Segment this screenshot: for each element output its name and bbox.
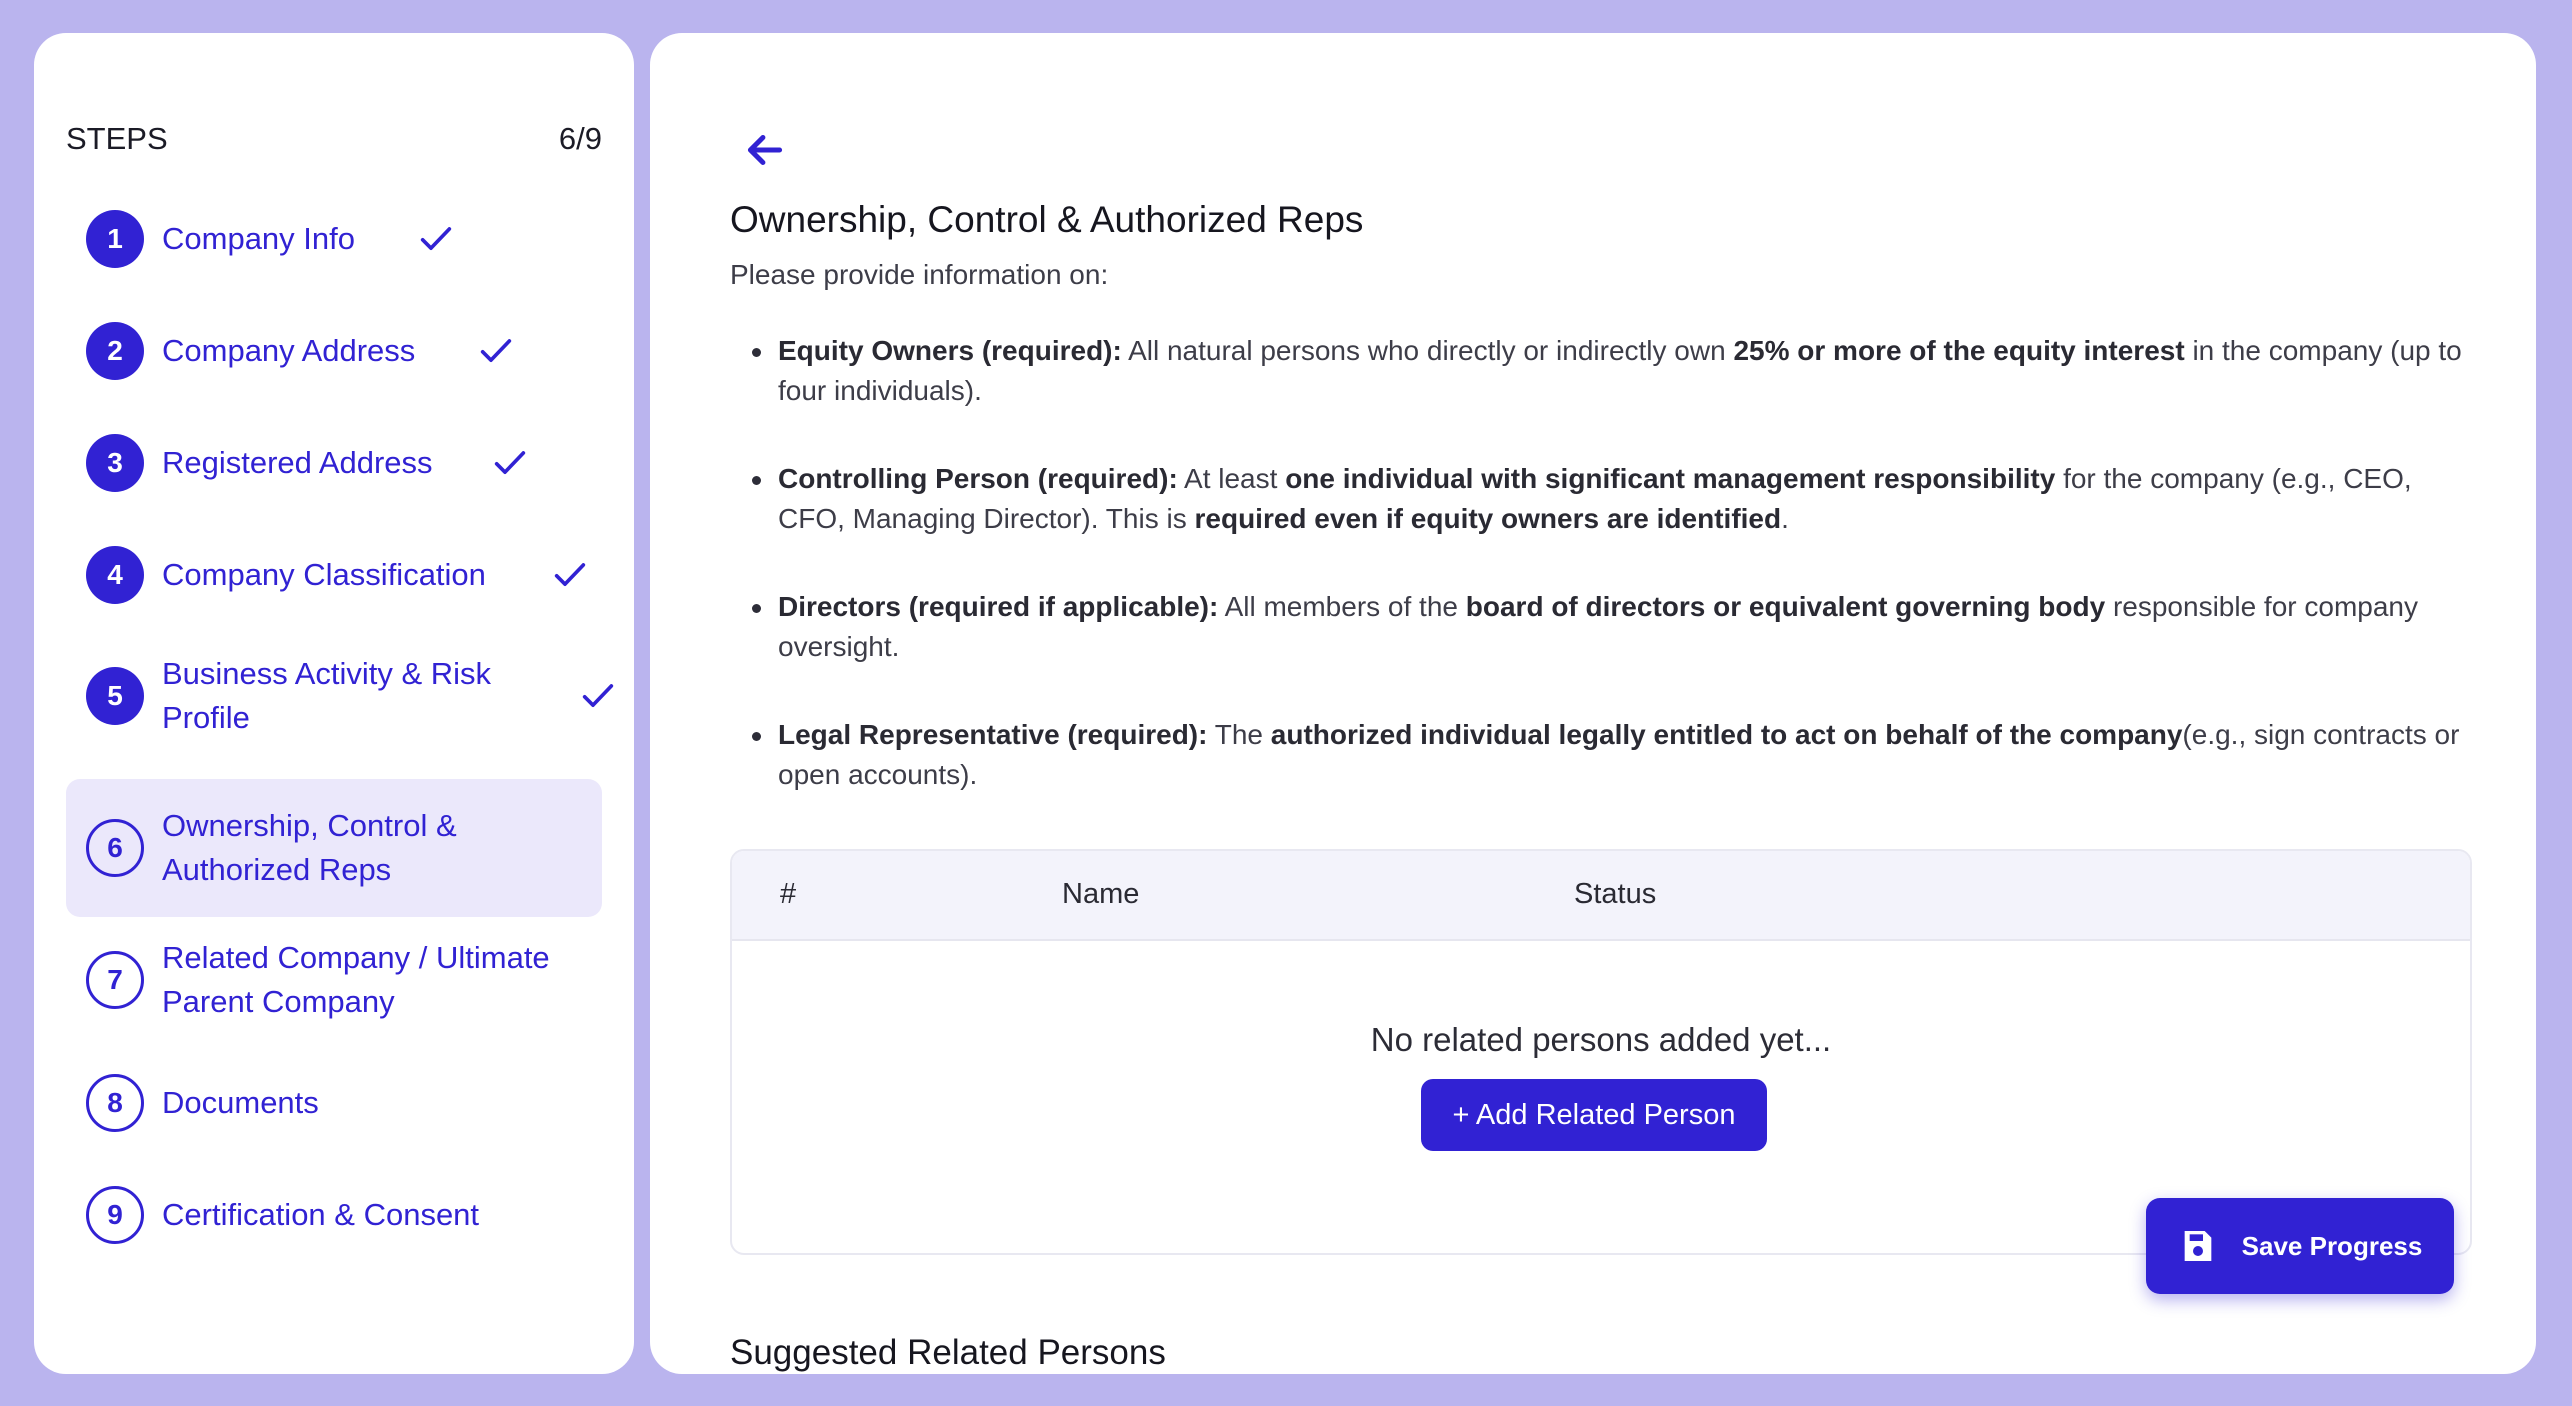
requirement-text: .: [1781, 503, 1789, 534]
requirement-emphasis: Legal Representative (required):: [778, 719, 1208, 750]
sidebar-step-9[interactable]: 9 Certification & Consent: [66, 1181, 602, 1249]
step-label-line: Authorized Reps: [162, 852, 392, 887]
step-label-line: Profile: [162, 700, 250, 735]
sidebar-step-1[interactable]: 1 Company Info: [66, 205, 602, 273]
step-label-line: Company Address: [162, 333, 416, 368]
step-label-line: Company Classification: [162, 557, 486, 592]
step-label: Registered Address: [162, 441, 433, 485]
step-number-badge: 6: [86, 819, 144, 877]
table-header: # Name Status: [732, 851, 2470, 941]
page-title: Ownership, Control & Authorized Reps: [730, 199, 1364, 240]
requirement-emphasis: board of directors or equivalent governi…: [1465, 591, 2106, 622]
step-label-line: Certification & Consent: [162, 1197, 480, 1232]
requirement-emphasis: authorized individual legally entitled t…: [1270, 719, 2183, 750]
step-label-line: Ownership, Control &: [162, 808, 457, 843]
requirement-text: The: [1207, 719, 1271, 750]
steps-heading: STEPS: [66, 121, 168, 156]
step-label: Company Address: [162, 329, 415, 373]
checkmark-icon: [480, 339, 512, 362]
step-number-badge: 3: [86, 434, 144, 492]
step-number-badge: 2: [86, 322, 144, 380]
save-progress-label: Save Progress: [2241, 1230, 2423, 1261]
main-panel: Ownership, Control & Authorized Reps Ple…: [650, 33, 2536, 1374]
sidebar-step-5[interactable]: 5 Business Activity & Risk Profile: [66, 641, 614, 751]
requirement-emphasis: Directors (required if applicable):: [778, 591, 1219, 622]
requirement-text: At least: [1177, 463, 1286, 494]
requirement-item: Equity Owners (required): All natural pe…: [730, 331, 2470, 459]
step-label: Certification & Consent: [162, 1193, 479, 1237]
requirement-emphasis: required even if equity owners are ident…: [1194, 503, 1782, 534]
step-label-line: Related Company / Ultimate: [162, 940, 550, 975]
sidebar-step-6[interactable]: 6 Ownership, Control & Authorized Reps: [66, 779, 602, 917]
sidebar-step-7[interactable]: 7 Related Company / Ultimate Parent Compan…: [66, 925, 602, 1035]
column-header-status: Status: [1574, 878, 1657, 910]
requirement-item: Legal Representative (required): The aut…: [730, 715, 2470, 843]
column-header-number: #: [780, 878, 797, 910]
intro-text: Please provide information on:: [730, 259, 1109, 290]
step-label: Related Company / Ultimate Parent Company: [162, 936, 550, 1024]
step-label-line: Parent Company: [162, 984, 395, 1019]
requirements-list: Equity Owners (required): All natural pe…: [730, 331, 2470, 843]
checkmark-icon: [494, 451, 526, 474]
sidebar-step-3[interactable]: 3 Registered Address: [66, 429, 602, 497]
add-related-person-button[interactable]: + Add Related Person: [1421, 1079, 1767, 1151]
requirement-emphasis: Controlling Person (required):: [778, 463, 1178, 494]
step-label: Business Activity & Risk Profile: [162, 652, 491, 740]
steps-header: STEPS 6/9: [66, 121, 602, 157]
requirement-text: All natural persons who directly or indi…: [1121, 335, 1734, 366]
suggested-related-persons-title: Suggested Related Persons: [730, 1333, 1166, 1372]
checkmark-icon: [554, 563, 586, 586]
step-label: Ownership, Control & Authorized Reps: [162, 804, 457, 892]
requirement-emphasis: one individual with significant manageme…: [1285, 463, 2056, 494]
step-label-line: Documents: [162, 1085, 319, 1120]
back-arrow-icon[interactable]: [740, 125, 790, 175]
step-label-line: Business Activity & Risk: [162, 656, 492, 691]
column-header-name: Name: [1062, 878, 1140, 910]
step-label: Company Classification: [162, 553, 486, 597]
related-persons-table: # Name Status No related persons added y…: [730, 849, 2472, 1255]
checkmark-icon: [420, 227, 452, 250]
save-progress-button[interactable]: Save Progress: [2146, 1198, 2454, 1294]
checkmark-icon: [582, 684, 614, 707]
step-number-badge: 8: [86, 1074, 144, 1132]
step-number-badge: 5: [86, 667, 144, 725]
step-number-badge: 1: [86, 210, 144, 268]
requirement-emphasis: 25% or more of the equity interest: [1733, 335, 2185, 366]
step-label: Documents: [162, 1081, 319, 1125]
floppy-disk-icon: [2184, 1231, 2211, 1261]
sidebar-step-8[interactable]: 8 Documents: [66, 1069, 602, 1137]
step-label-line: Registered Address: [162, 445, 433, 480]
step-label-line: Company Info: [162, 221, 355, 256]
requirement-text: All members of the: [1218, 591, 1466, 622]
step-number-badge: 4: [86, 546, 144, 604]
step-number-badge: 7: [86, 951, 144, 1009]
sidebar-step-2[interactable]: 2 Company Address: [66, 317, 602, 385]
requirement-item: Directors (required if applicable): All …: [730, 587, 2470, 715]
steps-sidebar: STEPS 6/9 1 Company Info 2 Company Address 3…: [34, 33, 634, 1374]
step-label: Company Info: [162, 217, 355, 261]
requirement-item: Controlling Person (required): At least …: [730, 459, 2470, 587]
empty-state-message: No related persons added yet...: [1370, 1021, 1832, 1058]
step-number-badge: 9: [86, 1186, 144, 1244]
requirement-emphasis: Equity Owners (required):: [778, 335, 1122, 366]
sidebar-step-4[interactable]: 4 Company Classification: [66, 541, 602, 609]
steps-progress: 6/9: [558, 121, 602, 156]
